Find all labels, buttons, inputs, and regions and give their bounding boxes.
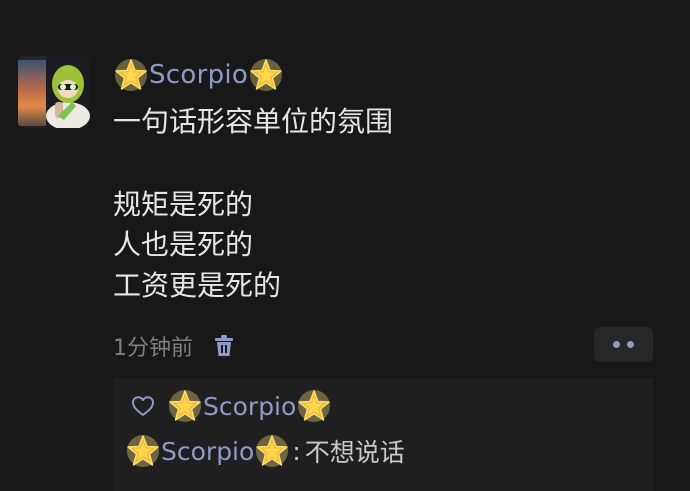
comment-separator: :: [292, 436, 301, 466]
more-dot: [627, 341, 634, 348]
post-time: 1分钟前: [113, 336, 193, 361]
post-body-line: 人也是死的: [113, 228, 254, 261]
post-body-line: 规矩是死的: [113, 188, 254, 221]
glowing-star-icon: [115, 59, 147, 91]
avatar-image: [18, 56, 90, 128]
glowing-star-icon: [298, 390, 331, 422]
comment-item[interactable]: Scorpio : 不想说话: [125, 433, 405, 469]
post-title-line: 一句话形容单位的氛围: [113, 105, 394, 138]
liker-name-text: Scorpio: [203, 391, 297, 421]
heart-outline-icon: [132, 396, 154, 416]
moment-post: Scorpio 一句话形容单位的氛围 规矩是死的 人也是死的 工资更是死的 1分…: [0, 0, 690, 491]
likes-row: Scorpio: [131, 388, 332, 424]
glowing-star-icon: [250, 59, 283, 91]
comment-author-text: Scorpio: [161, 436, 255, 466]
author-name-text: Scorpio: [149, 60, 249, 90]
glowing-star-icon: [256, 435, 289, 467]
glowing-star-icon: [169, 390, 201, 422]
comment-author[interactable]: Scorpio: [125, 433, 290, 469]
trash-icon[interactable]: [213, 334, 235, 358]
post-meta: 1分钟前: [113, 330, 235, 362]
glowing-star-icon: [127, 435, 159, 467]
more-actions-button[interactable]: [594, 327, 653, 362]
author-avatar[interactable]: [18, 56, 90, 128]
author-name[interactable]: Scorpio: [113, 55, 284, 95]
more-dot: [613, 341, 620, 348]
post-body-line: 工资更是死的: [113, 269, 282, 302]
liker-name[interactable]: Scorpio: [167, 388, 332, 424]
comment-text: 不想说话: [304, 438, 405, 467]
interaction-panel: Scorpio Scorpio: 不想说话: [113, 378, 653, 491]
